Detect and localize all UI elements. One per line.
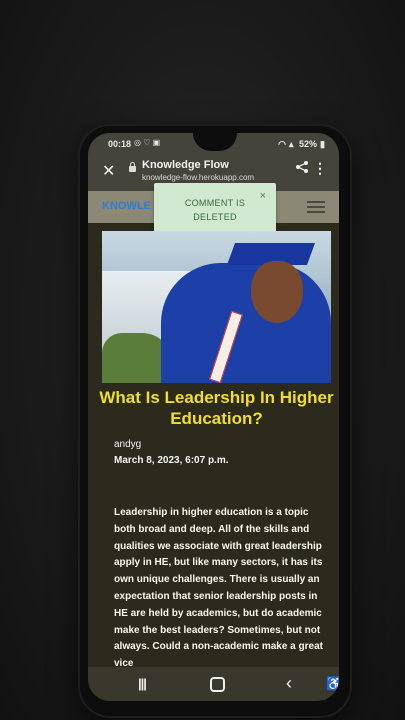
wifi-icon: ◠ (278, 139, 286, 149)
hamburger-menu-icon[interactable] (307, 201, 325, 213)
notification-icons: ◎ ♡ ▣ (134, 138, 161, 147)
browser-page-title: Knowledge Flow (142, 159, 229, 171)
recents-button[interactable]: ||| (138, 676, 147, 691)
toast-line-1: COMMENT IS (184, 198, 246, 208)
hero-graduate-face (251, 261, 303, 323)
accessibility-icon[interactable]: ♿ (326, 676, 339, 692)
android-nav-bar: ||| ‹ ♿ (88, 667, 339, 701)
status-bar: 00:18 ◎ ♡ ▣ ◠ ▴ 52% ▮ (88, 133, 339, 153)
more-options-icon[interactable]: ⋮ (313, 160, 327, 177)
battery-percent: 52% (299, 139, 318, 149)
toast-close-button[interactable]: × (260, 190, 266, 202)
home-button[interactable] (210, 677, 225, 692)
status-time: 00:18 (108, 139, 132, 149)
comment-deleted-toast: COMMENT IS DELETED × (154, 183, 276, 235)
back-button[interactable]: ‹ (286, 673, 292, 694)
toast-message: COMMENT IS DELETED (154, 196, 276, 224)
signal-icon: ▴ (288, 139, 294, 149)
share-icon[interactable] (295, 160, 309, 179)
article-hero-image (102, 231, 331, 383)
hero-graduate-gown (161, 263, 331, 383)
lock-icon (129, 162, 136, 172)
browser-url[interactable]: knowledge-flow.herokuapp.com (142, 173, 254, 182)
article-title: What Is Leadership In Higher Education? (99, 388, 334, 428)
toast-line-2: DELETED (193, 212, 237, 222)
camera-notch (193, 133, 237, 151)
site-brand[interactable]: KNOWLE (102, 200, 151, 212)
battery-icon: ▮ (320, 139, 325, 149)
status-right: ◠ ▴ 52% ▮ (275, 139, 325, 150)
close-icon[interactable]: ✕ (102, 161, 115, 181)
phone-screen: 00:18 ◎ ♡ ▣ ◠ ▴ 52% ▮ ✕ Knowledge Flow kno… (88, 133, 339, 701)
article-date: March 8, 2023, 6:07 p.m. (114, 455, 229, 466)
article-author[interactable]: andyg (114, 439, 141, 450)
article-body: Leadership in higher education is a topi… (114, 507, 323, 670)
